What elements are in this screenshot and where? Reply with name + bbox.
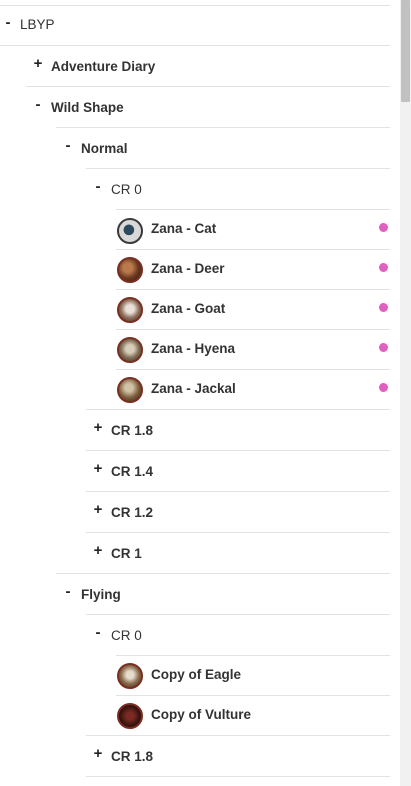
folder-normal-cr-1[interactable]: + CR 1 — [0, 533, 400, 574]
folder-normal-cr-1-2[interactable]: + CR 1.2 — [0, 492, 400, 533]
status-dot-icon — [379, 263, 388, 272]
item-label[interactable]: Zana - Deer — [151, 261, 225, 276]
folder-label[interactable]: CR 0 — [111, 628, 142, 643]
collapse-toggle-icon[interactable]: - — [92, 624, 104, 641]
status-dot-icon — [379, 303, 388, 312]
folder-normal-cr-1-8[interactable]: + CR 1.8 — [0, 410, 400, 451]
folder-normal[interactable]: - Normal — [0, 128, 400, 169]
folder-label[interactable]: Flying — [81, 587, 121, 602]
folder-adventure-diary[interactable]: + Adventure Diary — [0, 46, 400, 87]
journal-item[interactable]: Zana - Hyena — [0, 330, 400, 370]
expand-toggle-icon[interactable]: + — [92, 542, 104, 559]
status-dot-icon — [379, 383, 388, 392]
journal-item[interactable]: Zana - Cat — [0, 210, 400, 250]
item-label[interactable]: Zana - Hyena — [151, 341, 235, 356]
expand-toggle-icon[interactable]: + — [92, 460, 104, 477]
folder-label[interactable]: CR 1.2 — [111, 505, 153, 520]
item-label[interactable]: Copy of Eagle — [151, 667, 241, 682]
item-label[interactable]: Copy of Vulture — [151, 707, 251, 722]
collapse-toggle-icon[interactable]: - — [32, 96, 44, 113]
collapse-toggle-icon[interactable]: - — [62, 583, 74, 600]
folder-label[interactable]: LBYP — [20, 17, 55, 32]
expand-toggle-icon[interactable]: + — [92, 501, 104, 518]
item-label[interactable]: Zana - Goat — [151, 301, 225, 316]
goat-token-icon — [117, 297, 143, 323]
expand-toggle-icon[interactable]: + — [32, 55, 44, 72]
eagle-token-icon — [117, 663, 143, 689]
folder-label[interactable]: Wild Shape — [51, 100, 124, 115]
collapse-toggle-icon[interactable]: - — [92, 178, 104, 195]
status-dot-icon — [379, 223, 388, 232]
folder-label[interactable]: CR 1.4 — [111, 464, 153, 479]
collapse-toggle-icon[interactable]: - — [2, 14, 14, 31]
journal-item[interactable]: Copy of Eagle — [0, 656, 400, 696]
journal-item[interactable]: Copy of Vulture — [0, 696, 400, 736]
folder-lbyp[interactable]: - LBYP — [0, 5, 400, 46]
vertical-scrollbar[interactable] — [400, 0, 411, 786]
expand-toggle-icon[interactable]: + — [92, 419, 104, 436]
folder-flying-cr0[interactable]: - CR 0 — [0, 615, 400, 656]
expand-toggle-icon[interactable]: + — [92, 745, 104, 762]
collapse-toggle-icon[interactable]: - — [62, 137, 74, 154]
jackal-token-icon — [117, 377, 143, 403]
folder-label[interactable]: CR 1.8 — [111, 749, 153, 764]
deer-token-icon — [117, 257, 143, 283]
folder-label[interactable]: CR 1.8 — [111, 423, 153, 438]
folder-label[interactable]: Normal — [81, 141, 128, 156]
item-label[interactable]: Zana - Jackal — [151, 381, 236, 396]
folder-label[interactable]: CR 1 — [111, 546, 142, 561]
folder-label[interactable]: Adventure Diary — [51, 59, 155, 74]
journal-item[interactable]: Zana - Jackal — [0, 370, 400, 410]
item-label[interactable]: Zana - Cat — [151, 221, 216, 236]
folder-flying[interactable]: - Flying — [0, 574, 400, 615]
journal-item[interactable]: Zana - Goat — [0, 290, 400, 330]
journal-folder-tree: - LBYP + Adventure Diary - Wild Shape - … — [0, 0, 400, 786]
hyena-token-icon — [117, 337, 143, 363]
vulture-token-icon — [117, 703, 143, 729]
scrollbar-thumb[interactable] — [401, 0, 410, 102]
cat-token-icon — [117, 218, 143, 244]
folder-flying-cr-1-8[interactable]: + CR 1.8 — [0, 736, 400, 777]
status-dot-icon — [379, 343, 388, 352]
folder-normal-cr0[interactable]: - CR 0 — [0, 169, 400, 210]
journal-item[interactable]: Zana - Deer — [0, 250, 400, 290]
folder-wild-shape[interactable]: - Wild Shape — [0, 87, 400, 128]
folder-label[interactable]: CR 0 — [111, 182, 142, 197]
folder-normal-cr-1-4[interactable]: + CR 1.4 — [0, 451, 400, 492]
